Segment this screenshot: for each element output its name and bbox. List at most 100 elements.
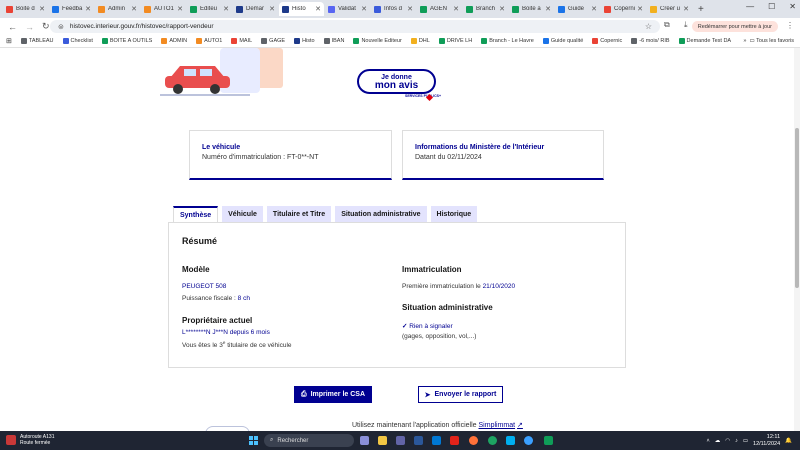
browser-tab[interactable]: Guide ✕ [555,2,600,16]
browser-tab[interactable]: Coperni ✕ [601,2,646,16]
close-tab-icon[interactable]: ✕ [499,5,505,13]
bookmark-item[interactable]: GAGE [261,38,285,44]
volume-icon[interactable]: ♪ [735,438,738,444]
browser-tab[interactable]: Boite d ✕ [3,2,48,16]
print-csa-button[interactable]: ⎙ Imprimer le CSA [294,386,372,403]
teams-icon[interactable] [396,436,405,445]
close-window-icon[interactable]: ✕ [789,2,796,11]
news-widget[interactable]: Autoroute A131 Route fermée [6,434,54,446]
browser-tab[interactable]: Demar ✕ [233,2,278,16]
browser-tab[interactable]: AGEN ✕ [417,2,462,16]
browser-tab[interactable]: Editeu ✕ [187,2,232,16]
app-icon[interactable] [544,436,553,445]
bookmark-item[interactable]: AUTO1 [196,38,222,44]
windows-start-icon[interactable] [249,436,258,445]
close-tab-icon[interactable]: ✕ [545,5,551,13]
restart-update-button[interactable]: Redémarrer pour mettre à jour [691,21,778,32]
send-report-button[interactable]: ➤ Envoyer le rapport [418,386,503,403]
tab-synthese[interactable]: Synthèse [173,206,219,223]
tab-titulaire[interactable]: Titulaire et Titre [266,206,332,222]
bookmark-item[interactable]: Copernic [592,38,622,44]
close-tab-icon[interactable]: ✕ [407,5,413,13]
close-tab-icon[interactable]: ✕ [177,5,183,13]
menu-icon[interactable]: ⋮ [786,21,794,30]
bookmark-item[interactable]: Demande Test DA [678,38,732,44]
browser-tab[interactable]: Feedba ✕ [49,2,94,16]
scrollbar-thumb[interactable] [795,128,799,288]
all-bookmarks-link[interactable]: » ▭ Tous les favoris [743,38,794,44]
bookmark-item[interactable]: Branch - Le Havre [481,38,534,44]
close-tab-icon[interactable]: ✕ [683,5,689,13]
site-info-icon[interactable]: ⊜ [58,23,64,31]
browser-tab[interactable]: Admin ✕ [95,2,140,16]
browser-tab[interactable]: Histo ✕ [279,2,324,16]
tab-label: Créer u [660,6,681,12]
browser-tab[interactable]: Infos d ✕ [371,2,416,16]
edge-icon[interactable] [524,436,533,445]
bookmark-item[interactable]: -6 mois/ RIB [631,38,670,44]
bookmark-item[interactable]: Checklist [62,38,93,44]
bookmark-item[interactable]: IBAN [323,38,344,44]
bookmark-favicon-icon [353,38,360,44]
close-tab-icon[interactable]: ✕ [315,5,321,13]
outlook-icon[interactable] [432,436,441,445]
clock[interactable]: 12:11 12/11/2024 [753,434,780,448]
close-tab-icon[interactable]: ✕ [361,5,367,13]
bookmark-star-icon[interactable]: ☆ [645,22,652,31]
word-icon[interactable] [414,436,423,445]
new-tab-button[interactable]: + [698,4,704,15]
task-view-icon[interactable] [360,436,369,445]
chevron-up-icon[interactable]: ˄ [707,438,710,444]
browser-tab[interactable]: Branch ✕ [463,2,508,16]
bookmark-item[interactable]: Histo [294,38,315,44]
tab-situation[interactable]: Situation administrative [335,206,427,222]
owner-title: Propriétaire actuel [182,316,253,325]
maximize-icon[interactable]: ☐ [768,2,775,11]
close-tab-icon[interactable]: ✕ [269,5,275,13]
battery-icon[interactable]: ▭ [743,438,748,444]
tab-historique[interactable]: Historique [430,206,478,222]
bookmark-favicon-icon [101,38,108,44]
close-tab-icon[interactable]: ✕ [85,5,91,13]
give-feedback-button[interactable]: Je donne mon avis [357,69,436,94]
taskbar-search[interactable]: ⌕ Rechercher [264,434,354,447]
bookmark-item[interactable]: Guide qualité [542,38,583,44]
simplimmat-link[interactable]: Simplimmat [479,422,516,429]
apps-grid-icon[interactable]: ⊞ [6,37,12,45]
forward-icon[interactable]: → [25,22,34,32]
url-input[interactable]: ⊜ histovec.interieur.gouv.fr/histovec/ra… [50,20,660,33]
pdf-reader-icon[interactable] [450,436,459,445]
skype-icon[interactable] [506,436,515,445]
bookmark-item[interactable]: ADMIN [161,38,187,44]
bookmark-label: Demande Test DA [686,38,732,44]
back-icon[interactable]: ← [8,22,17,32]
file-explorer-icon[interactable] [378,436,387,445]
minimize-icon[interactable]: — [746,2,754,11]
download-icon[interactable]: ⤓ [684,20,688,30]
bookmark-item[interactable]: DRIVE LH [438,38,472,44]
chrome-icon[interactable] [488,436,497,445]
bookmark-item[interactable]: BOITE A OUTILS [101,38,152,44]
onedrive-icon[interactable]: ☁ [715,438,721,444]
browser-tab[interactable]: Boite a ✕ [509,2,554,16]
page-scrollbar[interactable] [794,48,800,431]
bookmark-item[interactable]: TABLEAU [20,38,54,44]
close-tab-icon[interactable]: ✕ [131,5,137,13]
tab-vehicule[interactable]: Véhicule [222,206,263,222]
bookmark-item[interactable]: Nouvelle Editeur [353,38,402,44]
browser-tab[interactable]: AUTO1 ✕ [141,2,186,16]
close-tab-icon[interactable]: ✕ [591,5,597,13]
bookmark-item[interactable]: DHL [410,38,430,44]
close-tab-icon[interactable]: ✕ [39,5,45,13]
extensions-icon[interactable]: ⧉ [664,20,670,30]
browser-tab[interactable]: Créer u ✕ [647,2,692,16]
close-tab-icon[interactable]: ✕ [223,5,229,13]
firefox-icon[interactable] [469,436,478,445]
bookmark-item[interactable]: MAIL [231,38,252,44]
close-tab-icon[interactable]: ✕ [453,5,459,13]
notification-bell-icon[interactable]: 🔔 [785,438,792,444]
close-tab-icon[interactable]: ✕ [637,5,643,13]
wifi-icon[interactable]: ◠ [725,438,730,444]
reload-icon[interactable]: ↻ [42,21,50,32]
browser-tab[interactable]: Validat ✕ [325,2,370,16]
